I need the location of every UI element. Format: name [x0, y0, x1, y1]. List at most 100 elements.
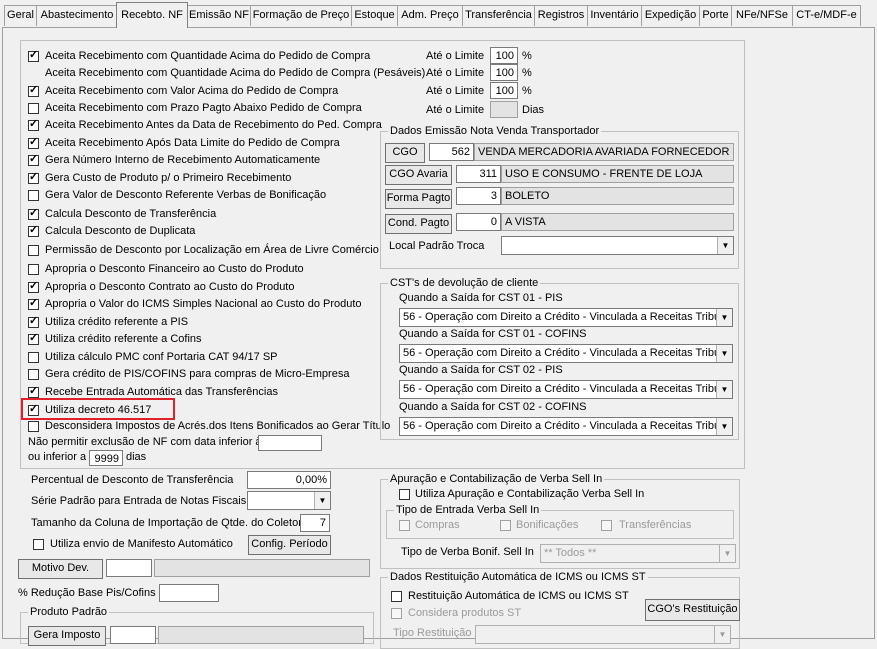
option-checkbox[interactable]: ✓ — [28, 224, 39, 237]
checkmark-icon: ✓ — [29, 136, 39, 148]
tab-geral[interactable]: Geral — [4, 5, 37, 26]
tamanho-input[interactable]: 7 — [300, 514, 330, 532]
cond-pagto-button[interactable]: Cond. Pagto — [385, 214, 452, 234]
option-checkbox[interactable]: ✓ — [28, 385, 39, 398]
cgo-desc-field: VENDA MERCADORIA AVARIADA FORNECEDOR — [474, 143, 734, 161]
forma-pagto-code-input[interactable]: 3 — [456, 187, 501, 205]
perc-desc-label: Percentual de Desconto de Transferência — [31, 474, 234, 486]
perc-desc-input[interactable]: 0,00% — [247, 471, 331, 489]
cst-label: Quando a Saída for CST 02 - PIS — [399, 364, 563, 376]
option-checkbox[interactable]: ✓ — [28, 49, 39, 62]
option-checkbox[interactable]: ✓ — [28, 171, 39, 184]
considera-st-checkbox[interactable] — [391, 608, 402, 619]
option-label: Calcula Desconto de Duplicata — [45, 225, 196, 237]
cgo-avaria-code-input[interactable]: 311 — [456, 165, 501, 183]
limit-input[interactable]: 100 — [490, 82, 518, 99]
option-label: Utiliza crédito referente a Cofins — [45, 333, 202, 345]
option-checkbox[interactable] — [28, 352, 39, 363]
tab-expedicao[interactable]: Expedição — [641, 5, 700, 26]
considera-st-label: Considera produtos ST — [408, 607, 522, 619]
cst-label: Quando a Saída for CST 01 - COFINS — [399, 328, 587, 340]
compras-checkbox[interactable] — [399, 520, 410, 531]
local-troca-select[interactable]: ▼ — [501, 236, 734, 255]
option-checkbox[interactable] — [28, 421, 39, 432]
tipo-restituicao-label: Tipo Restituição — [393, 627, 472, 639]
limit-label: Até o Limite — [426, 85, 485, 97]
compras-label: Compras — [415, 519, 460, 531]
option-label: Apropria o Desconto Contrato ao Custo do… — [45, 281, 295, 293]
tab-formacao-preco[interactable]: Formação de Preço — [250, 5, 352, 26]
restituicao-checkbox[interactable] — [391, 591, 402, 602]
tab-cte-mdfe[interactable]: CT-e/MDF-e — [792, 5, 861, 26]
manifesto-checkbox[interactable] — [33, 539, 44, 550]
option-checkbox[interactable]: ✓ — [28, 315, 39, 328]
limit-input[interactable]: 100 — [490, 64, 518, 81]
limit-input[interactable]: 100 — [490, 47, 518, 64]
cgo-code-input[interactable]: 562 — [429, 143, 474, 161]
motivo-dev-code-input[interactable] — [106, 559, 152, 577]
checkmark-icon: ✓ — [29, 118, 39, 130]
exclusao-inferior-label: ou inferior a — [28, 451, 87, 463]
limit-unit: % — [522, 50, 532, 62]
option-checkbox[interactable] — [28, 264, 39, 275]
tab-inventario[interactable]: Inventário — [587, 5, 642, 26]
tab-strip: Geral Abastecimento Recebto. NF Emissão … — [0, 0, 877, 28]
cst-select[interactable]: 56 - Operação com Direito a Crédito - Vi… — [399, 308, 733, 327]
option-checkbox[interactable]: ✓ — [28, 153, 39, 166]
transferencias-checkbox[interactable] — [601, 520, 612, 531]
option-label: Recebe Entrada Automática das Transferên… — [45, 386, 278, 398]
gera-imposto-button[interactable]: Gera Imposto — [28, 626, 106, 646]
tipo-verba-select[interactable]: ** Todos ** ▼ — [540, 544, 736, 563]
tab-nfe-nfse[interactable]: NFe/NFSe — [731, 5, 793, 26]
tab-registros[interactable]: Registros — [534, 5, 588, 26]
option-checkbox[interactable]: ✓ — [28, 118, 39, 131]
exclusao-date-input[interactable] — [258, 435, 322, 451]
tab-emissao-nf[interactable]: Emissão NF — [187, 5, 251, 26]
reducao-input[interactable] — [159, 584, 219, 602]
tab-adm-preco[interactable]: Adm. Preço — [397, 5, 463, 26]
limit-label: Até o Limite — [426, 50, 485, 62]
option-checkbox[interactable]: ✓ — [28, 280, 39, 293]
option-label: Gera Custo de Produto p/ o Primeiro Rece… — [45, 172, 292, 184]
bonificacoes-checkbox[interactable] — [500, 520, 511, 531]
checkmark-icon: ✓ — [29, 171, 39, 183]
option-checkbox[interactable]: ✓ — [28, 332, 39, 345]
option-checkbox[interactable] — [28, 369, 39, 380]
tab-estoque[interactable]: Estoque — [351, 5, 398, 26]
cond-pagto-code-input[interactable]: 0 — [456, 213, 501, 231]
limit-input[interactable] — [490, 101, 518, 118]
checkmark-icon: ✓ — [29, 207, 39, 219]
option-checkbox[interactable] — [28, 245, 39, 256]
sellin-checkbox[interactable] — [399, 489, 410, 500]
cgo-avaria-button[interactable]: CGO Avaria — [385, 165, 452, 185]
option-label: Aceita Recebimento com Quantidade Acima … — [45, 50, 371, 62]
cst-select[interactable]: 56 - Operação com Direito a Crédito - Vi… — [399, 417, 733, 436]
cst-select[interactable]: 56 - Operação com Direito a Crédito - Vi… — [399, 344, 733, 363]
option-checkbox[interactable]: ✓ — [28, 207, 39, 220]
option-checkbox[interactable] — [28, 190, 39, 201]
tab-recebto-nf[interactable]: Recebto. NF — [116, 2, 188, 28]
checkmark-icon: ✓ — [29, 297, 39, 309]
option-checkbox[interactable]: ✓ — [28, 297, 39, 310]
local-troca-label: Local Padrão Troca — [389, 240, 485, 252]
tab-abastecimento[interactable]: Abastecimento — [36, 5, 118, 26]
option-checkbox[interactable] — [28, 103, 39, 114]
cgo-restituicao-button[interactable]: CGO's Restituição — [645, 599, 740, 621]
option-label: Aceita Recebimento com Valor Acima do Pe… — [45, 85, 339, 97]
serie-select[interactable]: ▼ — [247, 491, 331, 510]
cst-select-value: 56 - Operação com Direito a Crédito - Vi… — [403, 383, 730, 395]
tab-porte[interactable]: Porte — [699, 5, 732, 26]
option-checkbox[interactable]: ✓ — [28, 136, 39, 149]
cgo-button[interactable]: CGO — [385, 143, 425, 163]
config-periodo-button[interactable]: Config. Período — [248, 535, 331, 555]
cst-select[interactable]: 56 - Operação com Direito a Crédito - Vi… — [399, 380, 733, 399]
motivo-dev-button[interactable]: Motivo Dev. — [18, 559, 103, 579]
gera-imposto-code-input[interactable] — [110, 626, 156, 644]
option-checkbox[interactable]: ✓ — [28, 84, 39, 97]
exclusao-days-input[interactable]: 9999 — [89, 450, 123, 466]
option-label: Gera Número Interno de Recebimento Autom… — [45, 154, 321, 166]
sellin-title: Apuração e Contabilização de Verba Sell … — [388, 473, 605, 485]
forma-pagto-button[interactable]: Forma Pagto — [385, 189, 452, 209]
checkmark-icon: ✓ — [29, 332, 39, 344]
tab-transferencia[interactable]: Transferência — [462, 5, 535, 26]
